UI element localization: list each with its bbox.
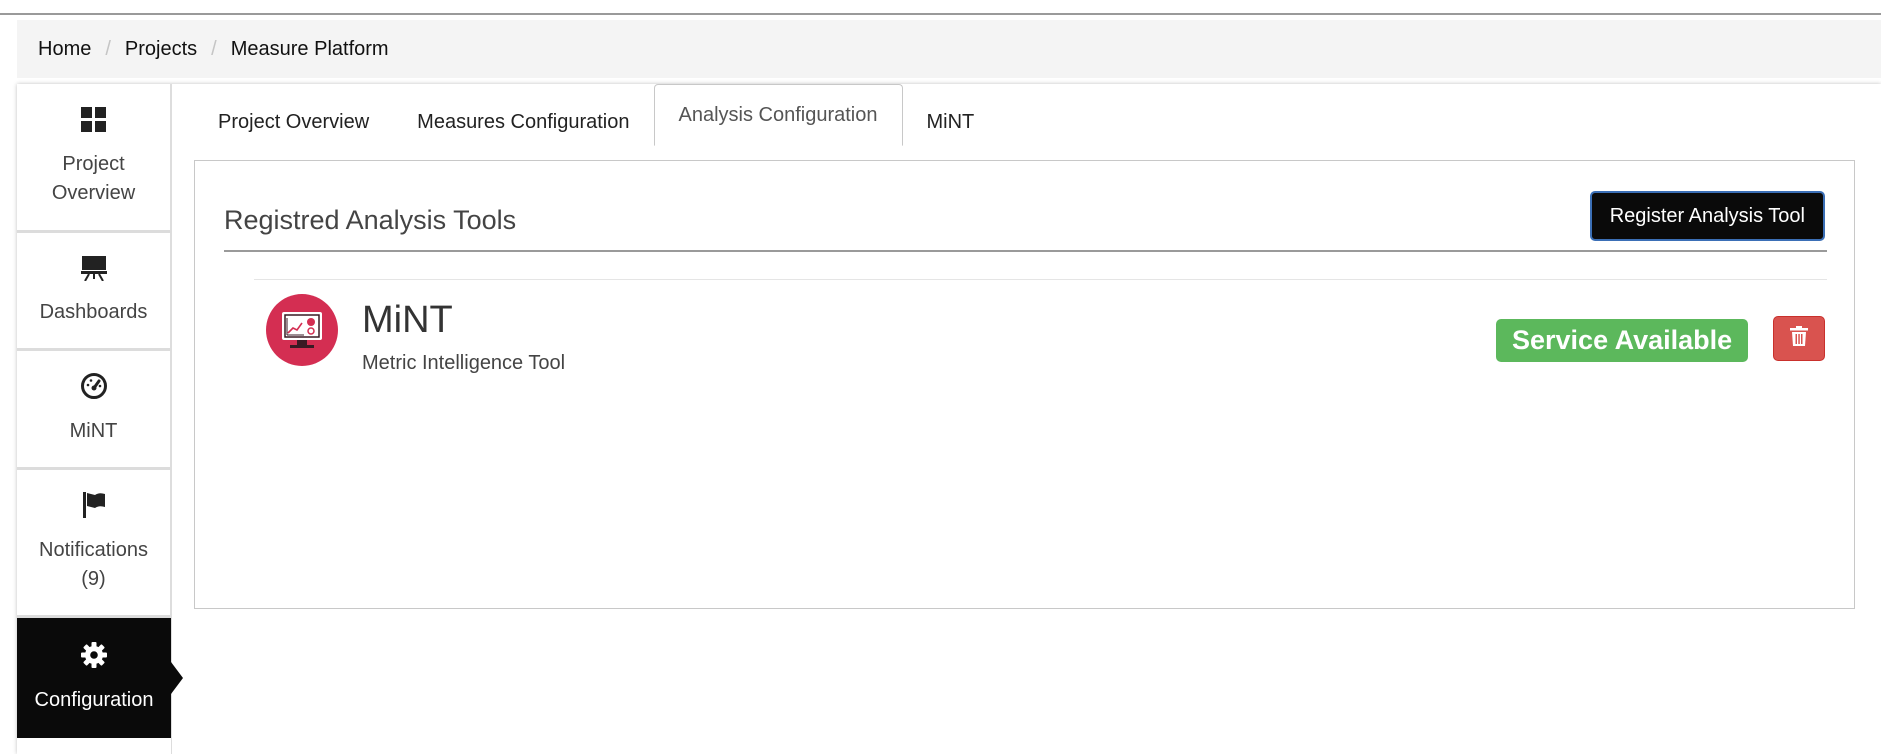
section-title: Registred Analysis Tools	[224, 205, 517, 235]
section-divider	[224, 250, 1827, 252]
breadcrumb-bar: Home / Projects / Measure Platform	[17, 20, 1881, 78]
trash-icon	[1790, 326, 1808, 351]
presentation-board-icon	[80, 255, 107, 290]
flag-icon	[81, 491, 107, 528]
sidebar-item-label: Notifications	[39, 539, 148, 561]
breadcrumb-separator: /	[211, 37, 217, 60]
top-divider	[0, 13, 1881, 15]
register-analysis-tool-button[interactable]: Register Analysis Tool	[1589, 191, 1825, 241]
sidebar-item-label: Overview	[51, 181, 136, 204]
grid-icon	[80, 106, 107, 142]
sidebar-item-label: Configuration	[34, 689, 154, 711]
gear-icon	[80, 641, 108, 678]
sidebar-item-configuration[interactable]: Configuration	[17, 618, 183, 738]
breadcrumb: Home / Projects / Measure Platform	[38, 38, 389, 61]
project-panel: Project Overview Dashboards MiNT Notific…	[17, 84, 1881, 754]
sidebar: Project Overview Dashboards MiNT Notific…	[17, 84, 183, 754]
sidebar-item-mint[interactable]: MiNT	[17, 351, 171, 470]
list-item-divider	[254, 279, 1827, 280]
breadcrumb-home[interactable]: Home	[38, 38, 91, 61]
sidebar-item-notifications[interactable]: Notifications (9)	[17, 470, 171, 618]
monitor-analytics-icon	[266, 294, 338, 366]
sidebar-item-label: Dashboards	[39, 300, 148, 323]
delete-tool-button[interactable]	[1773, 316, 1825, 361]
tool-name: MiNT	[362, 299, 453, 341]
breadcrumb-current: Measure Platform	[230, 37, 389, 60]
tool-description: Metric Intelligence Tool	[362, 352, 566, 374]
sidebar-item-label: Project	[62, 152, 125, 175]
status-badge: Service Available	[1496, 319, 1749, 362]
gauge-icon	[80, 372, 108, 409]
breadcrumb-separator: /	[105, 37, 111, 60]
breadcrumb-projects[interactable]: Projects	[125, 38, 197, 61]
tab-bar: Project Overview Measures Configuration …	[194, 84, 999, 146]
tab-mint[interactable]: MiNT	[903, 99, 999, 145]
tab-measures-configuration[interactable]: Measures Configuration	[393, 99, 653, 145]
active-indicator-arrow	[171, 662, 183, 694]
tab-analysis-configuration[interactable]: Analysis Configuration	[653, 84, 903, 146]
tab-project-overview[interactable]: Project Overview	[194, 99, 393, 145]
sidebar-item-dashboards[interactable]: Dashboards	[17, 233, 171, 351]
sidebar-item-label: (9)	[81, 568, 106, 590]
sidebar-item-project-overview[interactable]: Project Overview	[17, 84, 171, 233]
sidebar-item-label: MiNT	[69, 420, 118, 442]
analysis-configuration-panel: Registred Analysis Tools Register Analys…	[194, 160, 1855, 609]
